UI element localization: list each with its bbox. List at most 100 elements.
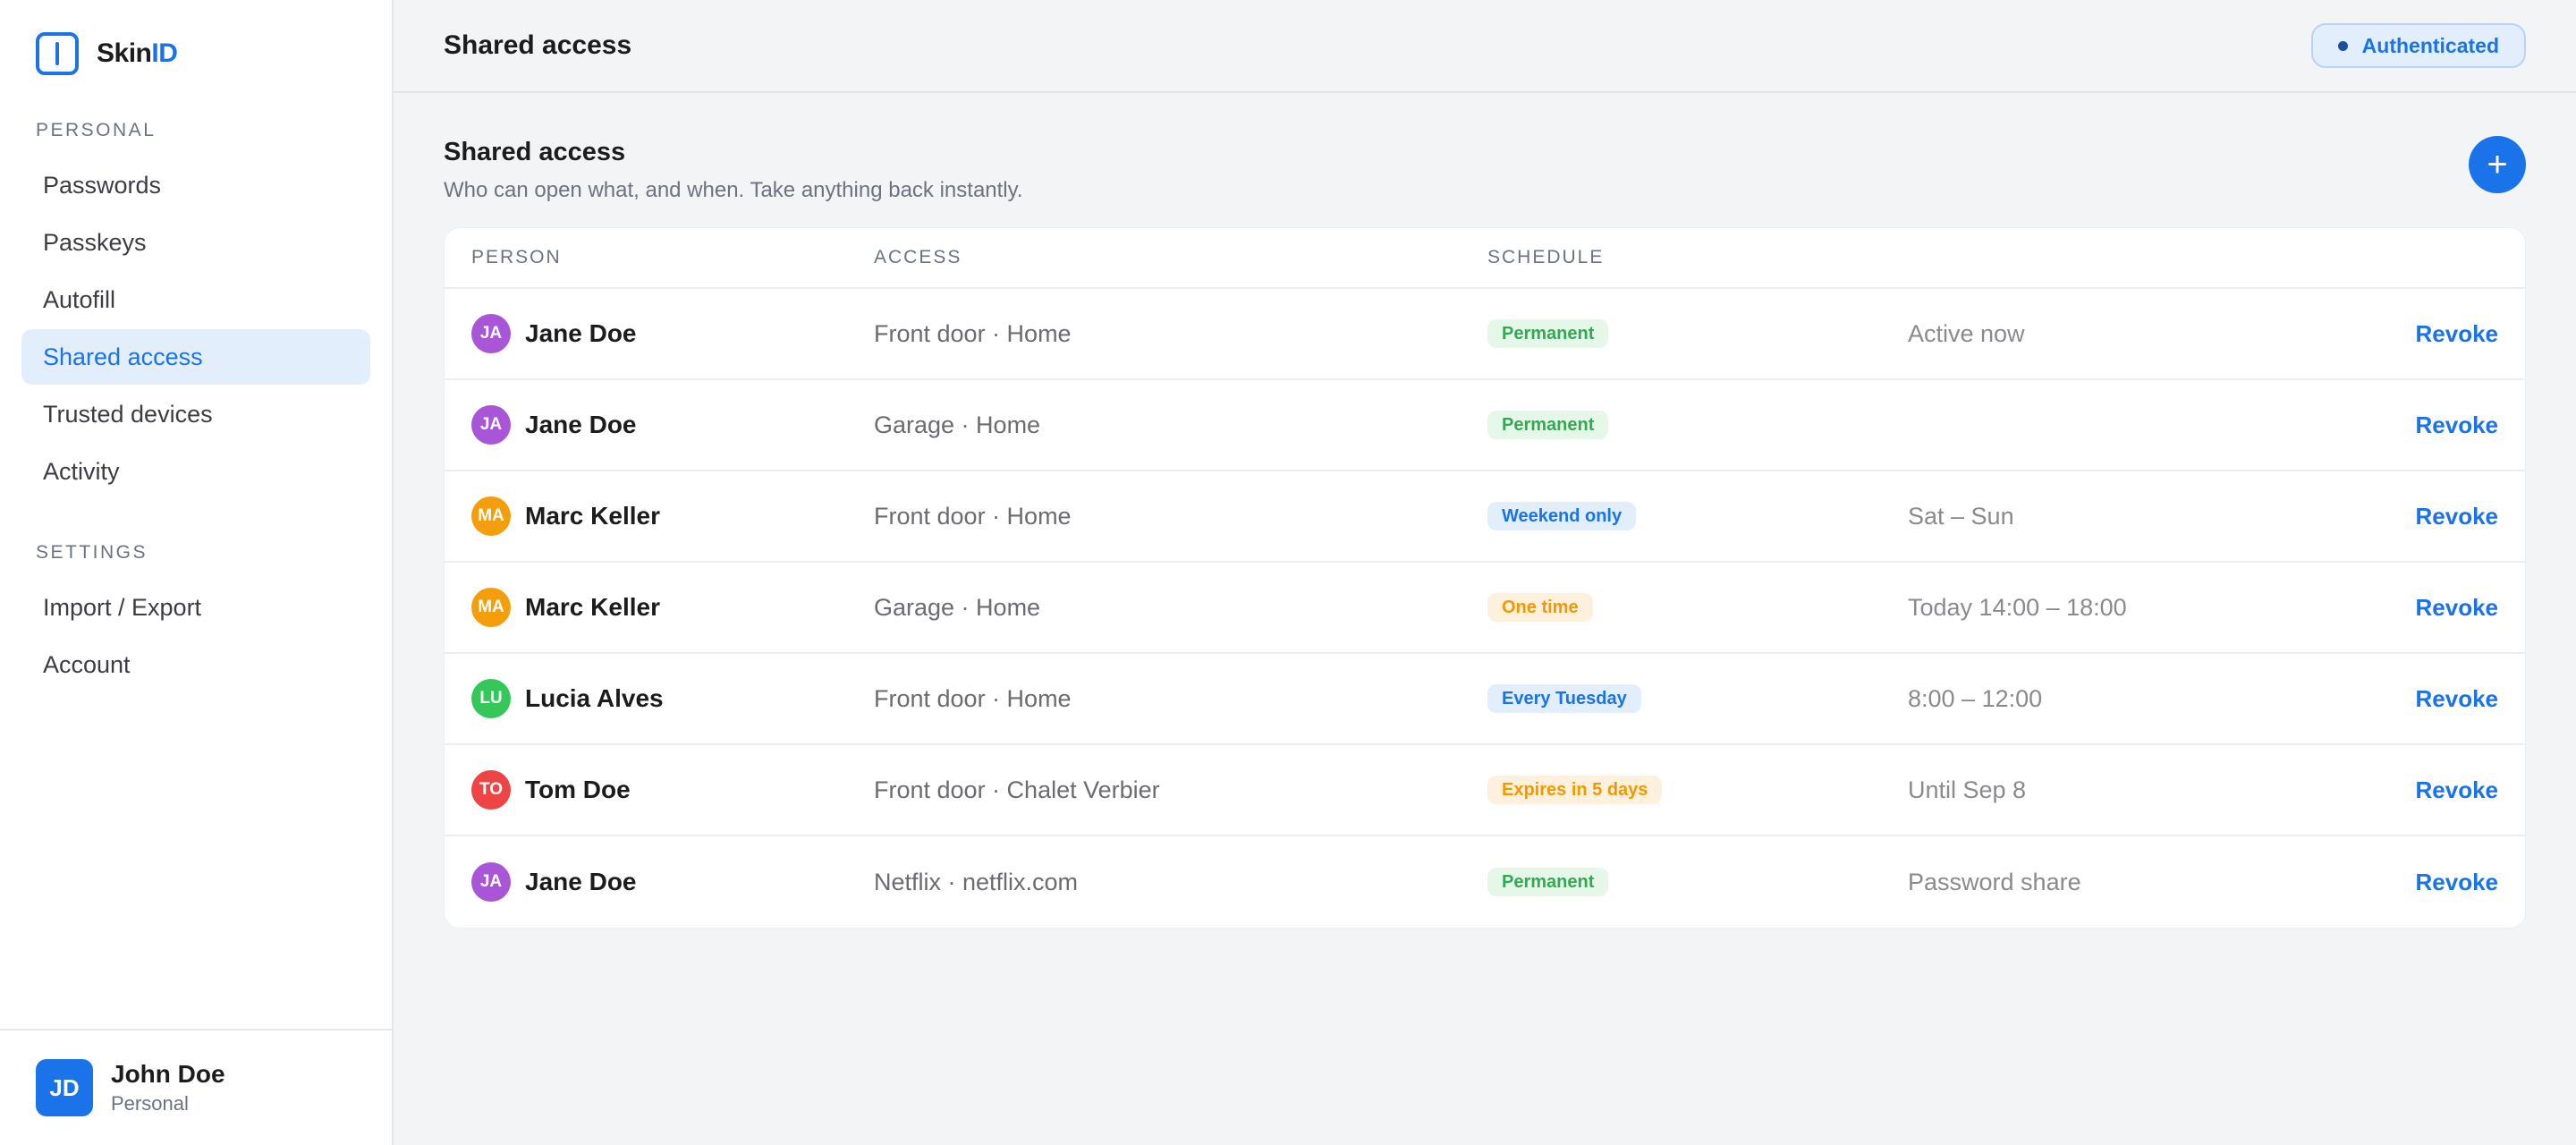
sidebar: SkinID PERSONAL Passwords Passkeys Autof… (0, 0, 394, 1145)
sidebar-section-settings: SETTINGS (36, 542, 148, 563)
section-subtitle: Who can open what, and when. Take anythi… (444, 178, 1023, 202)
person-cell: LU Lucia Alves (445, 679, 874, 718)
table-row: TO Tom Doe Front door · Chalet Verbier E… (445, 745, 2525, 836)
access-cell: Front door · Home (874, 502, 1072, 530)
status-dot-icon (2337, 40, 2348, 51)
section-header: Shared access Who can open what, and whe… (444, 136, 2526, 227)
revoke-button[interactable]: Revoke (2416, 594, 2499, 622)
sidebar-section-personal: PERSONAL (36, 120, 157, 140)
schedule-badge: Permanent (1487, 319, 1609, 348)
sidebar-item-shared-access[interactable]: Shared access (21, 329, 370, 385)
avatar: JD (36, 1059, 93, 1116)
column-header-schedule: SCHEDULE (1487, 247, 1605, 267)
shared-access-section: Shared access Who can open what, and whe… (394, 93, 2576, 929)
table-row: JA Jane Doe Front door · Home Permanent … (445, 289, 2525, 380)
revoke-button[interactable]: Revoke (2416, 411, 2499, 439)
skinid-logo-icon (36, 32, 79, 75)
access-cell: Front door · Chalet Verbier (874, 776, 1160, 803)
table-row: LU Lucia Alves Front door · Home Every T… (445, 654, 2525, 745)
schedule-detail: Sat – Sun (1908, 502, 2014, 530)
schedule-detail: Password share (1908, 868, 2081, 895)
revoke-button[interactable]: Revoke (2416, 320, 2499, 348)
revoke-button[interactable]: Revoke (2416, 685, 2499, 713)
plus-icon: + (2487, 145, 2508, 184)
person-name: Jane Doe (525, 411, 637, 438)
avatar: LU (471, 679, 511, 718)
access-cell: Front door · Home (874, 319, 1072, 347)
sidebar-item-passwords[interactable]: Passwords (21, 157, 370, 213)
access-cell: Garage · Home (874, 593, 1041, 621)
table-row: MA Marc Keller Front door · Home Weekend… (445, 471, 2525, 563)
schedule-badge: Expires in 5 days (1487, 776, 1663, 804)
main-content: Shared access Authenticated Shared acces… (394, 0, 2576, 1145)
avatar: JA (471, 862, 511, 902)
sidebar-item-autofill[interactable]: Autofill (21, 272, 370, 327)
user-subtitle: Personal (111, 1092, 189, 1115)
revoke-button[interactable]: Revoke (2416, 869, 2499, 896)
person-name: Lucia Alves (525, 684, 664, 712)
access-cell: Netflix · netflix.com (874, 868, 1079, 895)
schedule-cell: Permanent (1487, 868, 1908, 896)
schedule-cell: Permanent (1487, 411, 1908, 439)
add-share-button[interactable]: + (2469, 136, 2526, 193)
schedule-badge: Permanent (1487, 868, 1609, 896)
sidebar-item-activity[interactable]: Activity (21, 444, 370, 499)
person-cell: MA Marc Keller (445, 496, 874, 536)
action-cell: Revoke (2337, 594, 2525, 622)
action-cell: Revoke (2337, 411, 2525, 439)
person-cell: MA Marc Keller (445, 588, 874, 627)
schedule-badge: Permanent (1487, 411, 1609, 439)
action-cell: Revoke (2337, 685, 2525, 713)
avatar: MA (471, 496, 511, 536)
brand[interactable]: SkinID (0, 0, 392, 79)
person-name: Marc Keller (525, 502, 660, 530)
user-profile[interactable]: JD John Doe Personal (0, 1029, 392, 1145)
page-title: Shared access (444, 30, 632, 60)
person-name: Jane Doe (525, 319, 637, 347)
access-cell: Garage · Home (874, 411, 1041, 438)
sidebar-item-import-export[interactable]: Import / Export (21, 580, 370, 635)
person-cell: TO Tom Doe (445, 770, 874, 810)
person-name: Marc Keller (525, 593, 660, 621)
shares-table: PERSON ACCESS SCHEDULE JA Jane Doe Front… (444, 227, 2526, 929)
avatar: TO (471, 770, 511, 810)
user-name: John Doe (111, 1060, 225, 1088)
person-name: Tom Doe (525, 776, 631, 803)
schedule-cell: Permanent (1487, 319, 1908, 348)
person-cell: JA Jane Doe (445, 862, 874, 902)
user-info: John Doe Personal (111, 1060, 225, 1115)
table-row: MA Marc Keller Garage · Home One time To… (445, 563, 2525, 654)
revoke-button[interactable]: Revoke (2416, 776, 2499, 804)
action-cell: Revoke (2337, 869, 2525, 896)
avatar: MA (471, 588, 511, 627)
sidebar-item-account[interactable]: Account (21, 637, 370, 692)
schedule-detail: Active now (1908, 319, 2025, 347)
section-title: Shared access (444, 138, 626, 166)
sidebar-item-trusted-devices[interactable]: Trusted devices (21, 386, 370, 442)
column-header-access: ACCESS (874, 247, 962, 267)
sidebar-item-passkeys[interactable]: Passkeys (21, 215, 370, 270)
table-header: PERSON ACCESS SCHEDULE (445, 228, 2525, 289)
status-badge: Authenticated (2310, 23, 2526, 68)
schedule-detail: Today 14:00 – 18:00 (1908, 593, 2127, 621)
schedule-cell: Expires in 5 days (1487, 776, 1908, 804)
person-name: Jane Doe (525, 868, 637, 895)
schedule-cell: Weekend only (1487, 502, 1908, 530)
revoke-button[interactable]: Revoke (2416, 503, 2499, 530)
table-row: JA Jane Doe Garage · Home Permanent Revo… (445, 380, 2525, 471)
schedule-detail: Until Sep 8 (1908, 776, 2027, 803)
action-cell: Revoke (2337, 776, 2525, 804)
avatar: JA (471, 405, 511, 445)
schedule-badge: Weekend only (1487, 502, 1637, 530)
sidebar-nav-personal: Passwords Passkeys Autofill Shared acces… (0, 157, 392, 501)
avatar: JA (471, 314, 511, 353)
schedule-badge: One time (1487, 593, 1593, 622)
sidebar-nav-settings: Import / Export Account (0, 580, 392, 694)
schedule-cell: Every Tuesday (1487, 684, 1908, 713)
access-cell: Front door · Home (874, 684, 1072, 712)
schedule-detail: 8:00 – 12:00 (1908, 684, 2043, 712)
topbar: Shared access Authenticated (394, 0, 2576, 93)
schedule-badge: Every Tuesday (1487, 684, 1641, 713)
table-row: JA Jane Doe Netflix · netflix.com Perman… (445, 836, 2525, 928)
action-cell: Revoke (2337, 503, 2525, 530)
